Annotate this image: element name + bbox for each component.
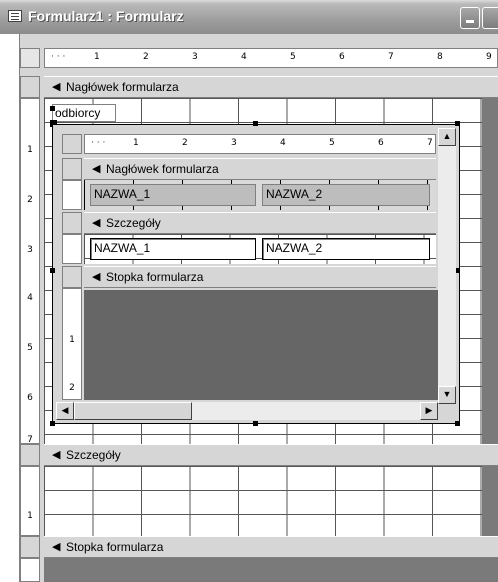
section-bar-footer[interactable]: ◀ Stopka formularza <box>44 536 498 558</box>
ruler-tick-label: 8 <box>437 52 443 62</box>
ruler-tick-label: 5 <box>290 52 296 62</box>
ruler-tick-label: 6 <box>378 138 384 148</box>
detail-textbox-field-1[interactable]: NAZWA_1 <box>90 238 256 260</box>
section-label-header: Nagłówek formularza <box>106 162 219 176</box>
move-handle[interactable] <box>50 106 55 111</box>
section-label-header: Nagłówek formularza <box>66 80 179 94</box>
section-bar-header[interactable]: ◀ Nagłówek formularza <box>44 76 498 98</box>
section-pointer-icon: ◀ <box>92 163 101 175</box>
section-label-footer: Stopka formularza <box>106 270 204 284</box>
scroll-thumb[interactable] <box>74 402 192 420</box>
ruler-tick-label: 4 <box>241 52 247 62</box>
subform-section-selector-footer[interactable] <box>62 266 82 288</box>
subform-section-selector-header[interactable] <box>62 158 82 180</box>
vertical-ruler-details[interactable]: 1 <box>20 466 40 536</box>
form-window-icon <box>8 10 22 22</box>
subform-vertical-scrollbar[interactable] <box>438 128 456 404</box>
subform-section-bar-details[interactable]: ◀ Szczegóły <box>84 212 436 234</box>
vertical-ruler-footer[interactable] <box>20 558 40 582</box>
scroll-down-button[interactable]: ▼ <box>438 386 456 404</box>
subform-vertical-ruler: 1 2 <box>62 288 82 400</box>
section-pointer-icon: ◀ <box>52 541 61 553</box>
ruler-tick-label: 4 <box>280 138 286 148</box>
window-title: Formularz1 : Formularz <box>28 8 184 24</box>
resize-handle[interactable] <box>50 268 55 273</box>
ruler-tick-label: 2 <box>69 383 75 393</box>
section-selector-header[interactable] <box>20 76 40 98</box>
ruler-tick-label: 2 <box>143 52 149 62</box>
resize-handle[interactable] <box>253 421 258 426</box>
scroll-up-button[interactable]: ▲ <box>438 128 456 146</box>
window-titlebar[interactable]: Formularz1 : Formularz <box>0 0 498 34</box>
details-section-grid[interactable] <box>44 466 482 536</box>
subform-vertical-ruler <box>62 180 82 210</box>
ruler-tick-label: 9 <box>486 52 492 62</box>
header-label-field-2[interactable]: NAZWA_2 <box>262 184 430 206</box>
section-pointer-icon: ◀ <box>52 81 61 93</box>
window-left-border <box>0 34 20 582</box>
subform-section-bar-header[interactable]: ◀ Nagłówek formularza <box>84 158 436 180</box>
section-label-footer: Stopka formularza <box>66 540 164 554</box>
detail-textbox-field-2[interactable]: NAZWA_2 <box>262 238 430 260</box>
scroll-left-button[interactable]: ◀ <box>56 402 74 420</box>
ruler-tick-label: 3 <box>231 138 237 148</box>
ruler-tick-label: 5 <box>27 343 33 353</box>
scroll-right-button[interactable]: ▶ <box>420 402 438 420</box>
ruler-tick-label: 5 <box>329 138 335 148</box>
resize-handle[interactable] <box>455 421 460 426</box>
minimize-button[interactable] <box>460 7 480 29</box>
section-pointer-icon: ◀ <box>92 217 101 229</box>
ruler-tick-label: 1 <box>69 335 75 345</box>
form-selector[interactable] <box>20 48 40 68</box>
ruler-tick-label: 6 <box>339 52 345 62</box>
section-bar-details[interactable]: ◀ Szczegóły <box>44 444 498 466</box>
ruler-tick-label: 2 <box>27 195 33 205</box>
maximize-button[interactable] <box>482 7 498 29</box>
ruler-tick-label: 3 <box>27 245 33 255</box>
ruler-tick-label: 1 <box>94 52 100 62</box>
ruler-tick-label: 7 <box>388 52 394 62</box>
footer-section-area[interactable] <box>44 558 498 582</box>
horizontal-ruler[interactable]: · · · 1 2 3 4 5 6 7 8 9 <box>44 48 498 68</box>
subform-vertical-ruler <box>62 234 82 264</box>
section-pointer-icon: ◀ <box>52 449 61 461</box>
ruler-tick-label: 1 <box>133 138 139 148</box>
section-label-details: Szczegóły <box>66 448 121 462</box>
section-selector-details[interactable] <box>20 444 40 466</box>
header-label-field-1[interactable]: NAZWA_1 <box>90 184 256 206</box>
subform-label[interactable]: odbiorcy <box>52 104 116 122</box>
ruler-tick-label: 2 <box>182 138 188 148</box>
ruler-tick-label: 7 <box>427 138 433 148</box>
subform-footer-area <box>84 290 438 400</box>
ruler-tick-label: 3 <box>192 52 198 62</box>
resize-handle[interactable] <box>50 421 55 426</box>
ruler-tick-label: 1 <box>27 145 33 155</box>
subform-horizontal-ruler[interactable]: · · · 1 2 3 4 5 6 7 <box>84 134 436 154</box>
section-selector-footer[interactable] <box>20 536 40 558</box>
vertical-ruler[interactable]: 1 2 3 4 5 6 7 <box>20 98 40 444</box>
subform-section-selector-details[interactable] <box>62 212 82 234</box>
ruler-tick-label: 6 <box>27 393 33 403</box>
resize-handle[interactable] <box>253 121 258 126</box>
section-pointer-icon: ◀ <box>92 271 101 283</box>
section-label-details: Szczegóły <box>106 216 161 230</box>
ruler-tick-label: 7 <box>27 435 33 444</box>
ruler-tick-label: 4 <box>27 293 33 303</box>
resize-handle[interactable] <box>455 121 460 126</box>
subform-selector[interactable] <box>62 134 82 154</box>
subform-section-bar-footer[interactable]: ◀ Stopka formularza <box>84 266 436 288</box>
ruler-tick-label: 1 <box>27 511 33 521</box>
